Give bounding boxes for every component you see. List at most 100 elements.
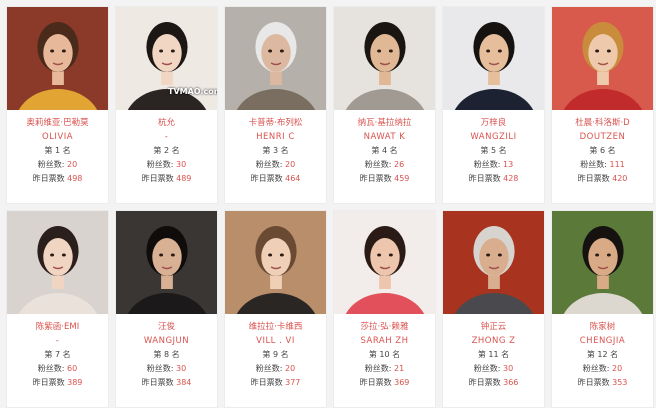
star-name-en[interactable]: WANGZILI [443,130,544,144]
fans-label: 粉丝数: [364,364,392,373]
star-rank: 第 3 名 [262,146,289,155]
fans-label: 粉丝数: [255,364,283,373]
star-photo[interactable] [225,211,326,314]
star-votes: 昨日票数 366 [443,376,544,390]
star-photo[interactable] [7,7,108,110]
star-rank: 第 10 名 [368,350,401,359]
star-name-en[interactable]: CHENGJIA [552,334,653,348]
fans-label: 粉丝数: [364,160,392,169]
star-rank: 第 6 名 [589,146,616,155]
star-rank: 第 8 名 [153,350,180,359]
fans-label: 粉丝数: [473,160,501,169]
star-card[interactable]: 维拉拉·卡维西 VILL . VI 第 9 名粉丝数: 20 昨日票数 377 [224,210,327,408]
star-fans: 粉丝数: 111 [552,158,653,172]
star-rank: 第 12 名 [586,350,619,359]
star-fans: 粉丝数: 60 [7,362,108,376]
star-card[interactable]: TVMAO.com 杭允 - 第 2 名粉丝数: 30 昨日票数 489 [115,6,218,204]
votes-count: 366 [503,378,519,387]
star-name-en[interactable]: DOUTZEN [552,130,653,144]
votes-label: 昨日票数 [359,174,392,183]
star-name-cn[interactable]: 陈家树 [552,320,653,334]
fans-label: 粉丝数: [582,364,610,373]
star-name-en[interactable]: - [116,130,217,144]
star-fans: 粉丝数: 26 [334,158,435,172]
fans-count: 20 [612,364,623,373]
fans-label: 粉丝数: [37,160,65,169]
fans-count: 30 [503,364,514,373]
star-name-cn[interactable]: 汪俊 [116,320,217,334]
votes-label: 昨日票数 [577,174,610,183]
votes-count: 459 [394,174,410,183]
star-name-cn[interactable]: 万梓良 [443,116,544,130]
star-votes: 昨日票数 498 [7,172,108,186]
votes-label: 昨日票数 [32,174,65,183]
star-photo[interactable] [552,211,653,314]
fans-label: 粉丝数: [255,160,283,169]
star-votes: 昨日票数 464 [225,172,326,186]
votes-label: 昨日票数 [141,174,174,183]
star-card[interactable]: 奥莉维亚·巴勒莫 OLIVIA 第 1 名粉丝数: 20 昨日票数 498 [6,6,109,204]
votes-count: 353 [612,378,628,387]
star-fans: 粉丝数: 21 [334,362,435,376]
votes-count: 464 [285,174,301,183]
fans-count: 13 [503,160,514,169]
star-card[interactable]: 陈家树 CHENGJIA 第 12 名粉丝数: 20 昨日票数 353 [551,210,654,408]
star-votes: 昨日票数 377 [225,376,326,390]
star-name-cn[interactable]: 钟正云 [443,320,544,334]
votes-label: 昨日票数 [250,378,283,387]
star-name-en[interactable]: ZHONG Z [443,334,544,348]
votes-label: 昨日票数 [250,174,283,183]
fans-label: 粉丝数: [146,364,174,373]
star-name-en[interactable]: - [7,334,108,348]
star-name-en[interactable]: HENRI C [225,130,326,144]
star-photo[interactable] [225,7,326,110]
star-rank: 第 1 名 [44,146,71,155]
star-name-cn[interactable]: 纳瓦·基拉纳拉 [334,116,435,130]
star-photo[interactable] [443,7,544,110]
star-name-en[interactable]: SARAH ZH [334,334,435,348]
star-card[interactable]: 卡普蒂·布列松 HENRI C第 3 名粉丝数: 20 昨日票数 464 [224,6,327,204]
star-photo[interactable] [116,211,217,314]
star-card[interactable]: 莎拉·弘·赖雅 SARAH ZH 第 10 名粉丝数: 21 昨日票数 369 [333,210,436,408]
star-name-en[interactable]: OLIVIA [7,130,108,144]
star-name-en[interactable]: NAWAT K [334,130,435,144]
star-rank: 第 11 名 [477,350,510,359]
star-photo[interactable]: TVMAO.com [116,7,217,110]
fans-count: 30 [176,364,187,373]
star-card[interactable]: 万梓良 WANGZILI 第 5 名粉丝数: 13 昨日票数 428 [442,6,545,204]
star-card[interactable]: 钟正云 ZHONG Z第 11 名粉丝数: 30 昨日票数 366 [442,210,545,408]
star-votes: 昨日票数 420 [552,172,653,186]
star-name-en[interactable]: VILL . VI [225,334,326,348]
star-votes: 昨日票数 428 [443,172,544,186]
votes-count: 377 [285,378,301,387]
votes-label: 昨日票数 [141,378,174,387]
star-name-en[interactable]: WANGJUN [116,334,217,348]
star-rank: 第 9 名 [262,350,289,359]
star-card[interactable]: 陈紫函·EMI - 第 7 名粉丝数: 60 昨日票数 389 [6,210,109,408]
star-card[interactable]: 汪俊 WANGJUN 第 8 名粉丝数: 30 昨日票数 384 [115,210,218,408]
star-fans: 粉丝数: 30 [116,362,217,376]
star-votes: 昨日票数 489 [116,172,217,186]
star-name-cn[interactable]: 卡普蒂·布列松 [225,116,326,130]
star-photo[interactable] [443,211,544,314]
star-photo[interactable] [552,7,653,110]
star-photo[interactable] [334,211,435,314]
star-photo[interactable] [7,211,108,314]
star-name-cn[interactable]: 杭允 [116,116,217,130]
star-votes: 昨日票数 459 [334,172,435,186]
star-name-cn[interactable]: 维拉拉·卡维西 [225,320,326,334]
star-card[interactable]: 纳瓦·基拉纳拉 NAWAT K第 4 名粉丝数: 26 昨日票数 459 [333,6,436,204]
star-name-cn[interactable]: 奥莉维亚·巴勒莫 [7,116,108,130]
votes-label: 昨日票数 [468,174,501,183]
star-fans: 粉丝数: 20 [225,362,326,376]
star-photo[interactable] [334,7,435,110]
star-name-cn[interactable]: 莎拉·弘·赖雅 [334,320,435,334]
votes-count: 428 [503,174,519,183]
star-votes: 昨日票数 353 [552,376,653,390]
star-votes: 昨日票数 389 [7,376,108,390]
star-name-cn[interactable]: 陈紫函·EMI [7,320,108,334]
star-card[interactable]: 杜晨·科洛斯·D DOUTZEN 第 6 名粉丝数: 111 昨日票数 420 [551,6,654,204]
fans-count: 20 [285,160,296,169]
star-name-cn[interactable]: 杜晨·科洛斯·D [552,116,653,130]
star-rank: 第 2 名 [153,146,180,155]
